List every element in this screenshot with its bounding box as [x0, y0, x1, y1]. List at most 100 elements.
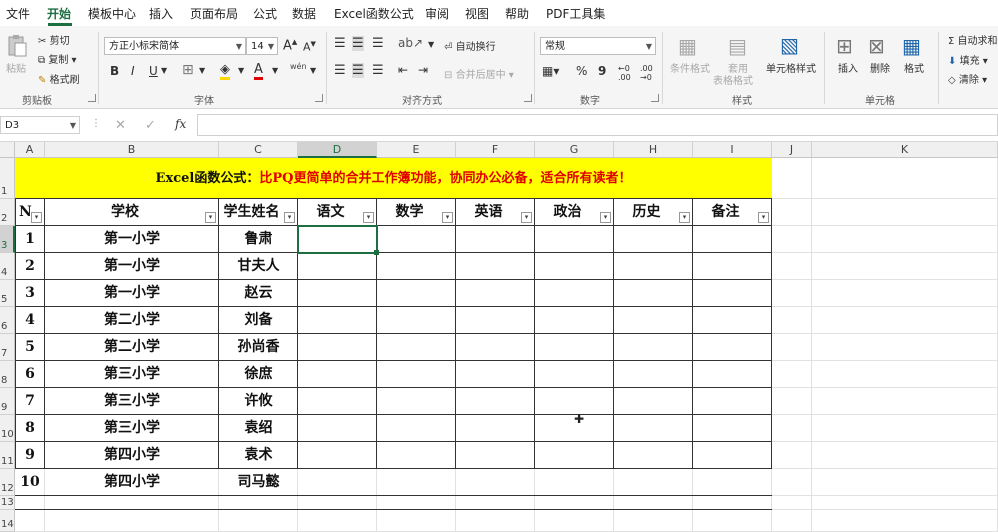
align-middle-icon[interactable]: ☰ — [352, 36, 364, 51]
row-header-10[interactable]: 10 — [0, 415, 15, 442]
table-cell[interactable] — [298, 415, 377, 442]
table-cell[interactable]: 10 — [15, 469, 45, 496]
filter-dropdown-icon[interactable]: ▾ — [600, 212, 611, 223]
table-cell[interactable] — [535, 334, 614, 361]
row-header-8[interactable]: 8 — [0, 361, 15, 388]
delete-cells-button[interactable]: 删除 — [870, 60, 890, 75]
column-header-i[interactable]: I — [693, 142, 772, 158]
table-cell[interactable] — [614, 334, 693, 361]
clear-button[interactable]: ◇ 清除 ▾ — [948, 71, 987, 86]
table-cell[interactable] — [693, 307, 772, 334]
table-cell[interactable] — [535, 253, 614, 280]
column-header-h[interactable]: H — [614, 142, 693, 158]
table-cell[interactable]: 第二小学 — [45, 334, 219, 361]
table-cell[interactable]: 袁术 — [219, 442, 298, 469]
row-header-13[interactable]: 13 — [0, 496, 15, 510]
table-cell[interactable]: 3 — [15, 280, 45, 307]
increase-decimal-icon[interactable]: ←0.00 — [618, 64, 631, 82]
menu-pdf-tools[interactable]: PDF工具集 — [546, 5, 605, 22]
bold-button[interactable]: B — [110, 64, 119, 78]
table-cell[interactable] — [456, 442, 535, 469]
formula-input[interactable] — [197, 114, 998, 136]
table-cell[interactable] — [298, 280, 377, 307]
accounting-format-icon[interactable]: ▦▾ — [542, 64, 559, 78]
column-header-e[interactable]: E — [377, 142, 456, 158]
table-cell[interactable] — [377, 280, 456, 307]
row-header-12[interactable]: 12 — [0, 469, 15, 496]
table-cell[interactable] — [614, 442, 693, 469]
table-cell[interactable] — [298, 334, 377, 361]
italic-button[interactable]: I — [131, 64, 135, 78]
menu-review[interactable]: 审阅 — [425, 5, 449, 22]
table-cell[interactable] — [535, 469, 614, 496]
table-cell[interactable] — [535, 226, 614, 253]
table-cell[interactable] — [535, 307, 614, 334]
filter-dropdown-icon[interactable]: ▾ — [521, 212, 532, 223]
paste-icon[interactable] — [6, 34, 30, 58]
font-launcher-icon[interactable] — [315, 94, 323, 102]
chevron-down-icon[interactable]: ▼ — [310, 66, 316, 75]
chevron-down-icon[interactable]: ▼ — [238, 66, 244, 75]
select-all-corner[interactable] — [0, 142, 15, 158]
table-cell[interactable] — [298, 361, 377, 388]
table-cell[interactable] — [614, 307, 693, 334]
chevron-down-icon[interactable]: ▼ — [199, 66, 205, 75]
filter-dropdown-icon[interactable]: ▾ — [442, 212, 453, 223]
font-color-icon[interactable]: A — [254, 62, 263, 80]
column-header-j[interactable]: J — [772, 142, 812, 158]
table-cell[interactable]: 甘夫人 — [219, 253, 298, 280]
align-right-icon[interactable]: ☰ — [372, 63, 384, 78]
table-cell[interactable]: 9 — [15, 442, 45, 469]
table-cell[interactable]: 袁绍 — [219, 415, 298, 442]
row-header-11[interactable]: 11 — [0, 442, 15, 469]
comma-style-button[interactable]: 9 — [598, 64, 606, 78]
table-cell[interactable] — [614, 280, 693, 307]
table-format-icon[interactable]: ▤ — [728, 34, 747, 58]
table-cell[interactable]: 第四小学 — [45, 469, 219, 496]
column-header-d[interactable]: D — [298, 142, 377, 158]
table-cell[interactable] — [535, 388, 614, 415]
table-cell[interactable] — [377, 388, 456, 415]
table-cell[interactable] — [377, 307, 456, 334]
table-cell[interactable] — [298, 469, 377, 496]
menu-data[interactable]: 数据 — [292, 5, 316, 22]
table-cell[interactable]: 4 — [15, 307, 45, 334]
chevron-down-icon[interactable]: ▼ — [161, 66, 167, 75]
insert-cells-icon[interactable]: ⊞ — [836, 34, 853, 58]
table-cell[interactable]: 第三小学 — [45, 388, 219, 415]
table-cell[interactable]: 5 — [15, 334, 45, 361]
menu-excel-functions[interactable]: Excel函数公式 — [334, 5, 414, 22]
table-cell[interactable] — [693, 415, 772, 442]
table-cell[interactable] — [614, 226, 693, 253]
table-cell[interactable] — [456, 361, 535, 388]
increase-indent-icon[interactable]: ⇥ — [418, 63, 428, 77]
table-cell[interactable] — [298, 307, 377, 334]
table-cell[interactable] — [456, 253, 535, 280]
row-header-7[interactable]: 7 — [0, 334, 15, 361]
menu-home[interactable]: 开始 — [47, 5, 71, 22]
table-cell[interactable] — [693, 253, 772, 280]
table-cell[interactable] — [377, 253, 456, 280]
copy-button[interactable]: ⧉ 复制 ▾ — [38, 51, 77, 66]
table-cell[interactable] — [298, 253, 377, 280]
table-cell[interactable] — [456, 388, 535, 415]
menu-view[interactable]: 视图 — [465, 5, 489, 22]
menu-insert[interactable]: 插入 — [149, 5, 173, 22]
filter-dropdown-icon[interactable]: ▾ — [758, 212, 769, 223]
table-cell[interactable] — [693, 280, 772, 307]
table-cell[interactable] — [456, 415, 535, 442]
row-header-1[interactable]: 1 — [0, 158, 15, 199]
row-header-5[interactable]: 5 — [0, 280, 15, 307]
filter-dropdown-icon[interactable]: ▾ — [31, 212, 42, 223]
table-cell[interactable] — [456, 469, 535, 496]
table-cell[interactable]: 第四小学 — [45, 442, 219, 469]
table-cell[interactable] — [377, 415, 456, 442]
table-cell[interactable]: 赵云 — [219, 280, 298, 307]
insert-cells-button[interactable]: 插入 — [838, 60, 858, 75]
table-cell[interactable]: 徐庶 — [219, 361, 298, 388]
table-cell[interactable] — [535, 280, 614, 307]
cut-button[interactable]: ✂ 剪切 — [38, 32, 70, 47]
conditional-format-button[interactable]: 条件格式 — [670, 60, 710, 75]
table-cell[interactable] — [298, 442, 377, 469]
wrap-text-button[interactable]: ⏎ 自动换行 — [444, 38, 496, 53]
